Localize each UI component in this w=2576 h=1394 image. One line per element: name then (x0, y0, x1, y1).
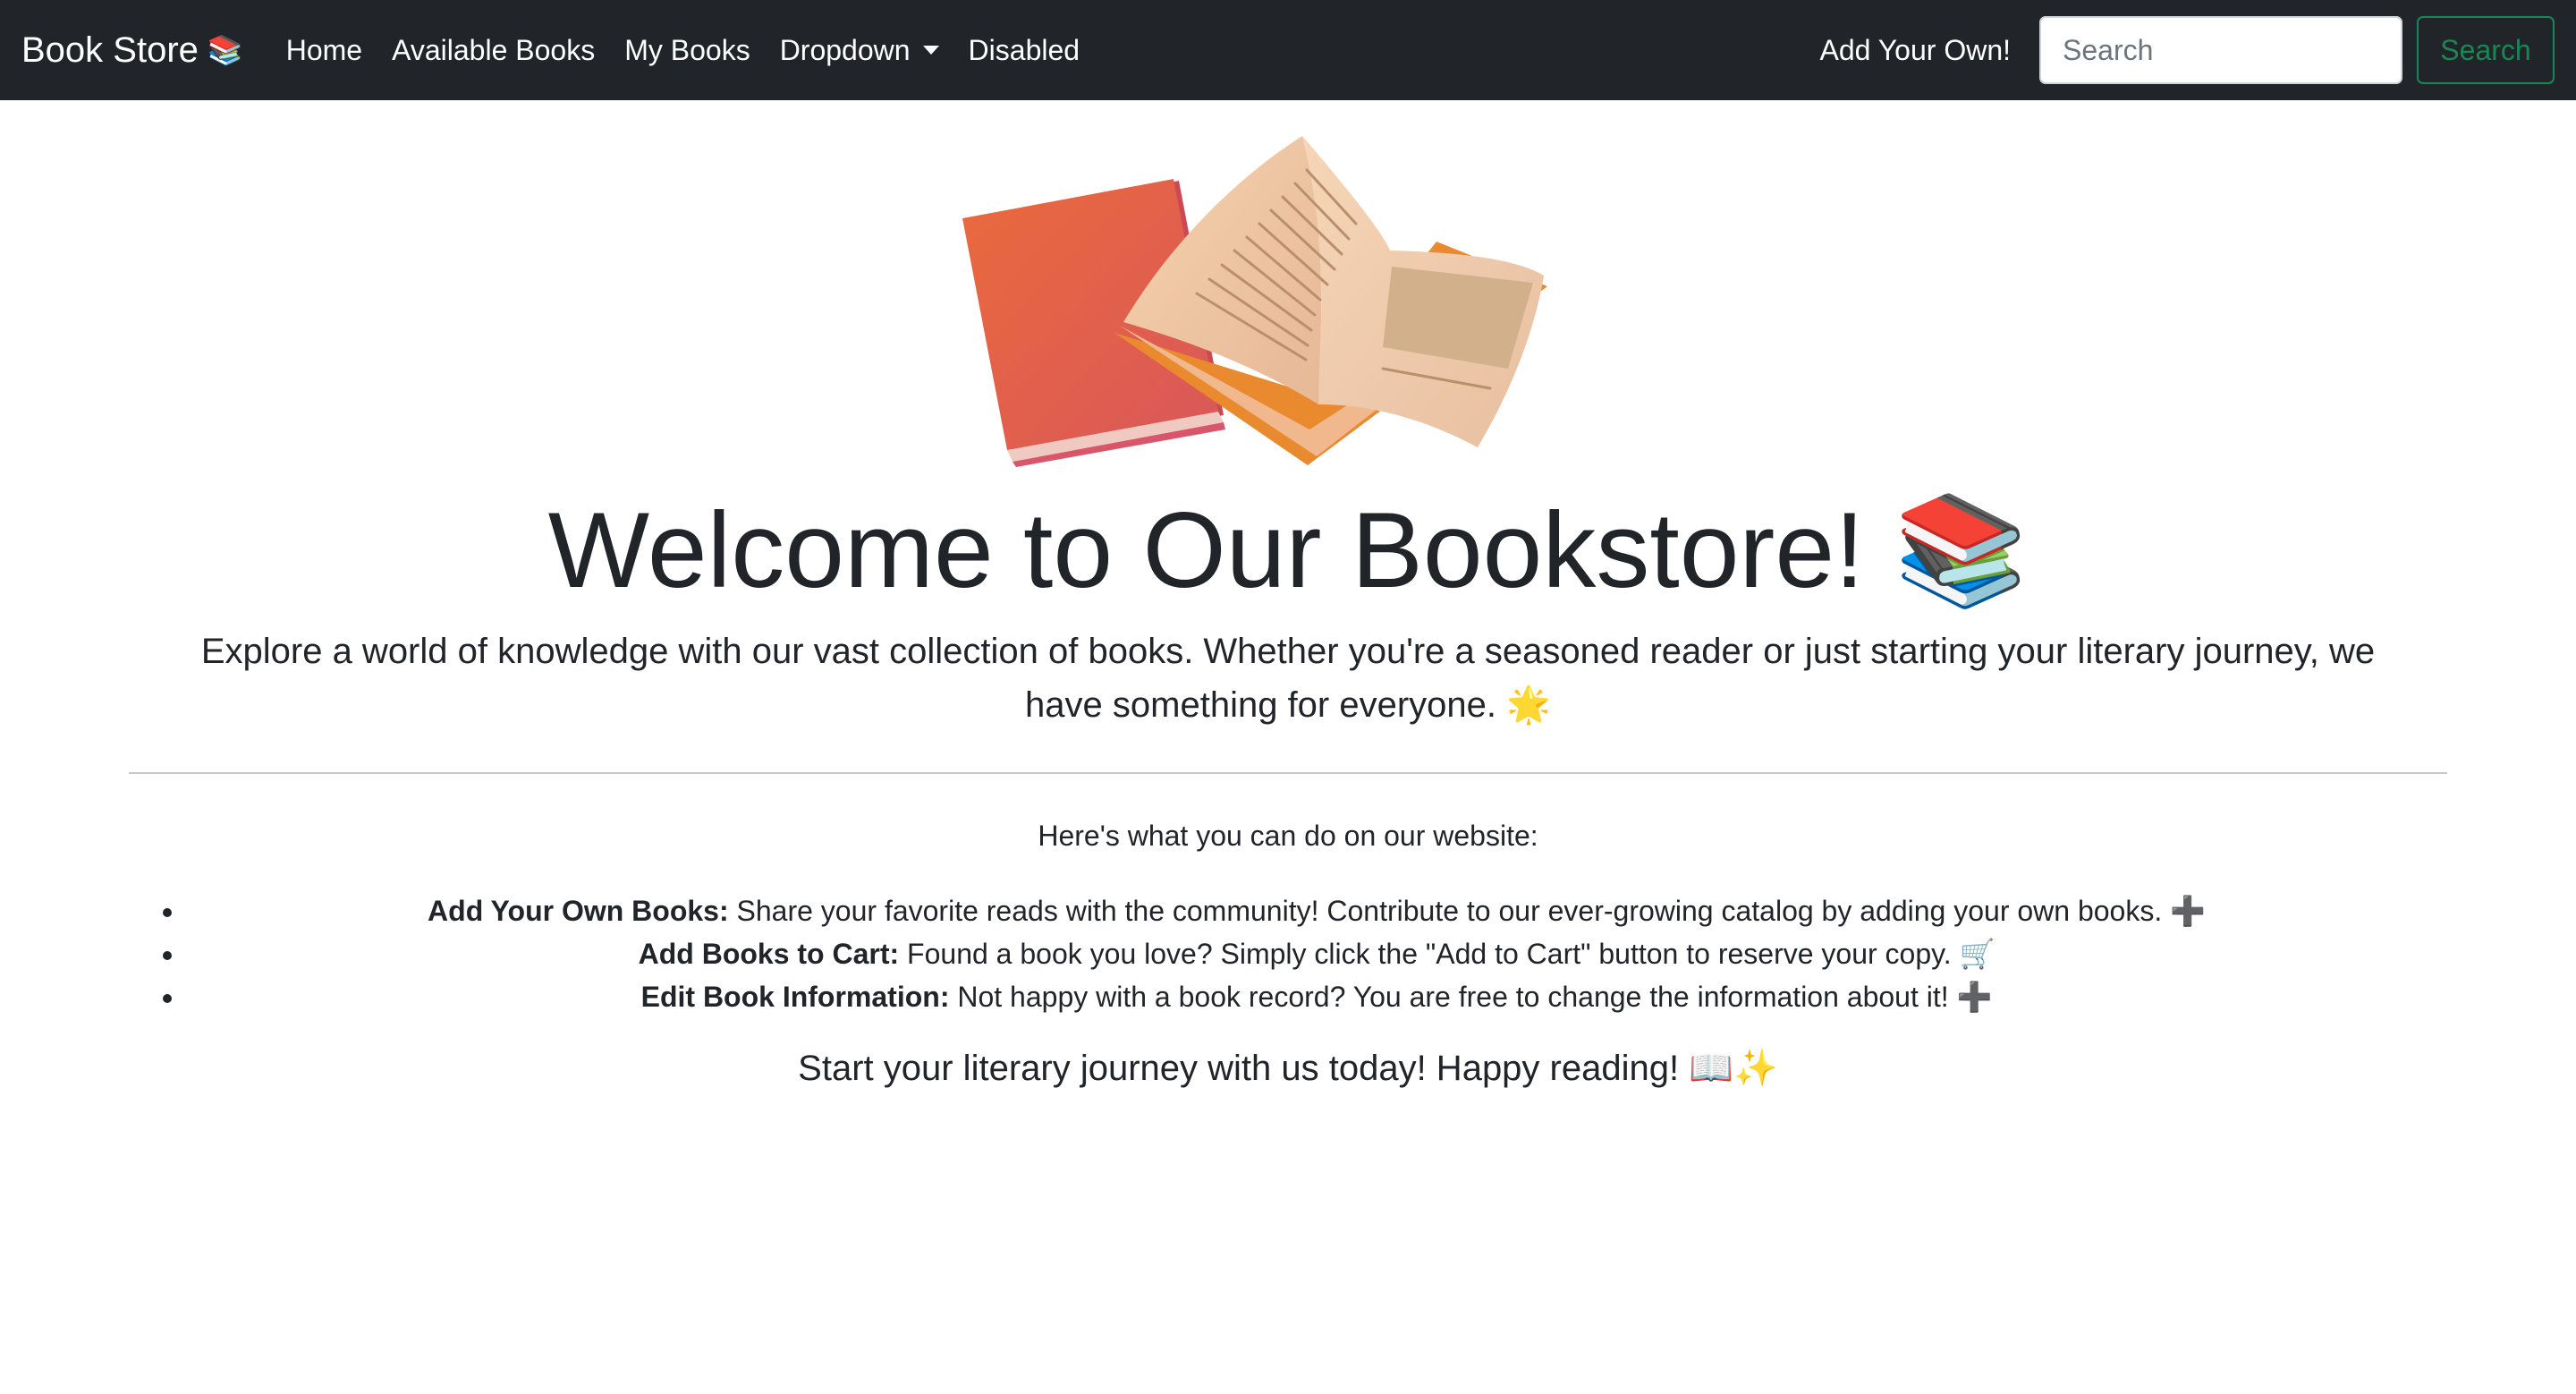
books-icon: 📚 (1894, 490, 2029, 610)
nav-disabled: Disabled (968, 33, 1080, 66)
search-button[interactable]: Search (2417, 16, 2555, 84)
features-list: Add Your Own Books: Share your favorite … (129, 889, 2447, 1018)
divider (129, 772, 2447, 774)
navbar: Book Store 📚 Home Available Books My Boo… (0, 0, 2576, 100)
page-title: Welcome to Our Bookstore! 📚 (0, 488, 2576, 613)
nav-links: Home Available Books My Books Dropdown D… (286, 34, 1109, 67)
feature-title: Edit Book Information: (640, 981, 950, 1013)
nav-right: Add Your Own! Search (1820, 0, 2555, 100)
page-title-text: Welcome to Our Bookstore! (547, 490, 1865, 610)
brand-link[interactable]: Book Store 📚 (21, 30, 243, 71)
nav-dropdown-label: Dropdown (779, 33, 911, 66)
feature-title: Add Books to Cart: (638, 938, 900, 970)
books-illustration (962, 136, 1547, 467)
search-input[interactable] (2039, 16, 2402, 84)
list-item: Edit Book Information: Not happy with a … (186, 975, 2447, 1018)
feature-text: Found a book you love? Simply click the … (899, 938, 1996, 970)
books-icon: 📚 (207, 34, 243, 66)
features-heading: Here's what you can do on our website: (1038, 820, 1538, 852)
closing-text: Start your literary journey with us toda… (798, 1049, 1778, 1088)
list-item: Add Your Own Books: Share your favorite … (186, 889, 2447, 932)
feature-text: Not happy with a book record? You are fr… (949, 981, 1993, 1013)
nav-home[interactable]: Home (286, 34, 362, 67)
brand-text: Book Store (21, 30, 199, 70)
feature-title: Add Your Own Books: (428, 895, 729, 927)
add-your-own-link[interactable]: Add Your Own! (1820, 34, 2011, 67)
feature-text: Share your favorite reads with the commu… (728, 895, 2206, 927)
intro-text: Explore a world of knowledge with our va… (200, 632, 2376, 725)
nav-my-books[interactable]: My Books (624, 34, 750, 67)
caret-down-icon (922, 46, 939, 55)
list-item: Add Books to Cart: Found a book you love… (186, 932, 2447, 975)
nav-available-books[interactable]: Available Books (392, 34, 595, 67)
nav-dropdown[interactable]: Dropdown (780, 34, 939, 67)
